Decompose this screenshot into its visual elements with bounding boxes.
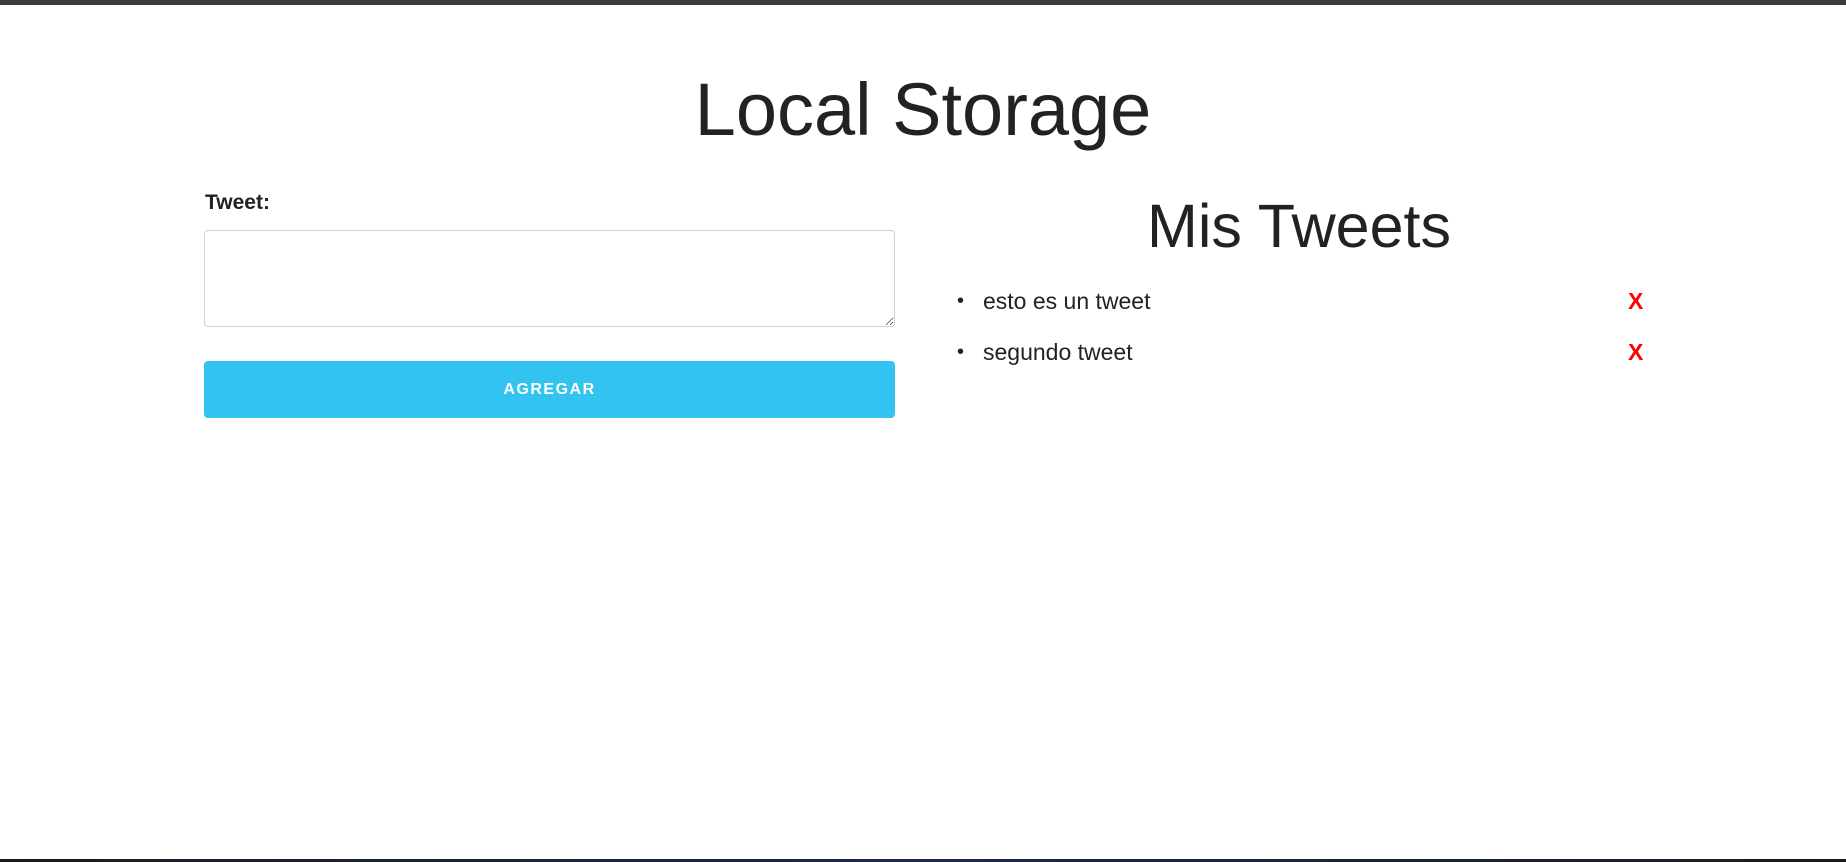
tweet-list-item: • segundo tweet X [944, 327, 1654, 378]
tweet-list-item: • esto es un tweet X [944, 276, 1654, 327]
page-title: Local Storage [694, 68, 1152, 151]
tweet-list: • esto es un tweet X • segundo tweet X [944, 276, 1654, 378]
tweet-text: segundo tweet [983, 339, 1133, 365]
bullet-icon: • [957, 290, 965, 312]
tweets-panel: Mis Tweets • esto es un tweet X • segund… [944, 188, 1654, 378]
delete-tweet-button[interactable]: X [1628, 327, 1643, 378]
tweet-label: Tweet: [205, 191, 270, 214]
tweet-text: esto es un tweet [983, 288, 1151, 314]
delete-tweet-button[interactable]: X [1628, 276, 1643, 327]
tweets-heading: Mis Tweets [1147, 192, 1451, 260]
window-top-border [0, 0, 1846, 5]
tweet-form: Tweet: Agregar [204, 188, 896, 418]
add-tweet-button[interactable]: Agregar [204, 361, 895, 418]
bullet-icon: • [957, 341, 965, 363]
tweet-textarea[interactable] [204, 230, 895, 327]
